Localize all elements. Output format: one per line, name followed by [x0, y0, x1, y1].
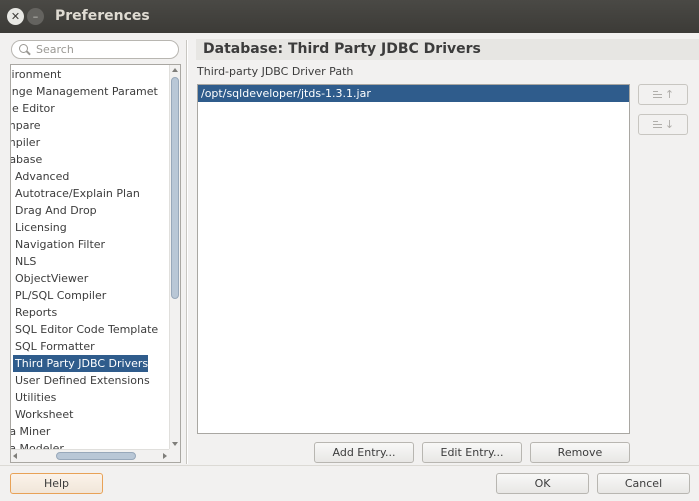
tree-item-label: Licensing	[15, 221, 67, 234]
tree-item-label: SQL Formatter	[15, 340, 95, 353]
tree-item-label: ObjectViewer	[15, 272, 89, 285]
tree-item[interactable]: Advanced	[11, 168, 69, 185]
tree-list: vironment ange Management Paramet de Edito…	[11, 65, 169, 449]
tree-item-label: PL/SQL Compiler	[15, 289, 107, 302]
scroll-right-arrow-icon[interactable]	[163, 453, 167, 459]
horizontal-scroll-thumb[interactable]	[56, 452, 136, 460]
tree-item[interactable]: ObjectViewer	[11, 270, 88, 287]
tree-item-label: Autotrace/Explain Plan	[15, 187, 140, 200]
tree-item[interactable]: tabase	[11, 151, 42, 168]
remove-button[interactable]: Remove	[530, 442, 630, 463]
tree-item[interactable]: ta Miner	[11, 423, 50, 440]
search-input[interactable]	[34, 43, 172, 56]
tree-item[interactable]: de Editor	[11, 100, 55, 117]
tree-item[interactable]: Reports	[11, 304, 57, 321]
scroll-up-arrow-icon[interactable]	[172, 68, 178, 72]
tree-item-label: Reports	[15, 306, 58, 319]
scroll-corner	[169, 449, 180, 462]
tree-item-label: Worksheet	[15, 408, 74, 421]
window-title: Preferences	[55, 8, 150, 24]
tree-item[interactable]: vironment	[11, 66, 61, 83]
tree-horizontal-scrollbar[interactable]	[11, 449, 169, 462]
tree-item-label: tabase	[11, 153, 43, 166]
tree-item[interactable]: ta Modeler	[11, 440, 64, 449]
tree-item[interactable]: SQL Formatter	[11, 338, 95, 355]
tree-item-label: User Defined Extensions	[15, 374, 150, 387]
tree-item[interactable]: mpiler	[11, 134, 40, 151]
tree-item[interactable]: ange Management Paramet	[11, 83, 158, 100]
title-bar: ✕ – Preferences	[0, 0, 699, 33]
tree-item-label: Utilities	[15, 391, 57, 404]
tree-item[interactable]: NLS	[11, 253, 36, 270]
add-entry-button[interactable]: Add Entry...	[314, 442, 414, 463]
tree-item-label: ta Miner	[11, 425, 51, 438]
driver-path-label: Third-party JDBC Driver Path	[197, 65, 354, 78]
preferences-tree: vironment ange Management Paramet de Edito…	[10, 64, 181, 463]
tree-item[interactable]: PL/SQL Compiler	[11, 287, 106, 304]
tree-item-label: vironment	[11, 68, 62, 81]
tree-item[interactable]: Drag And Drop	[11, 202, 97, 219]
edit-entry-button[interactable]: Edit Entry...	[422, 442, 522, 463]
minimize-window-icon[interactable]: –	[27, 8, 44, 25]
footer-divider	[0, 465, 699, 466]
tree-item[interactable]: SQL Editor Code Template	[11, 321, 158, 338]
tree-item-label: ta Modeler	[11, 442, 64, 449]
ok-button[interactable]: OK	[496, 473, 589, 494]
tree-item[interactable]: mpare	[11, 117, 41, 134]
tree-item-label: mpare	[11, 119, 41, 132]
tree-item[interactable]: Utilities	[11, 389, 56, 406]
tree-item[interactable]: User Defined Extensions	[11, 372, 150, 389]
move-down-button[interactable]: ↓	[638, 114, 688, 135]
search-field[interactable]	[11, 40, 179, 59]
tree-item-label: Advanced	[15, 170, 70, 183]
tree-item[interactable]: Licensing	[11, 219, 67, 236]
panel-header: Database: Third Party JDBC Drivers	[196, 39, 699, 60]
search-icon	[12, 41, 34, 58]
cancel-button[interactable]: Cancel	[597, 473, 690, 494]
tree-item[interactable]: Worksheet	[11, 406, 73, 423]
tree-item-label: SQL Editor Code Template	[15, 323, 159, 336]
tree-item-label: Drag And Drop	[15, 204, 97, 217]
move-up-button[interactable]: ↑	[638, 84, 688, 105]
tree-item[interactable]: Autotrace/Explain Plan	[11, 185, 140, 202]
tree-item-label: mpiler	[11, 136, 41, 149]
close-window-icon[interactable]: ✕	[7, 8, 24, 25]
driver-path-item[interactable]: /opt/sqldeveloper/jtds-1.3.1.jar	[198, 85, 629, 102]
tree-item[interactable]: Navigation Filter	[11, 236, 105, 253]
move-up-icon: ↑	[652, 88, 674, 101]
tree-item-label: ange Management Paramet	[11, 85, 158, 98]
tree-item-label: NLS	[15, 255, 37, 268]
move-down-icon: ↓	[652, 118, 674, 131]
scroll-left-arrow-icon[interactable]	[13, 453, 17, 459]
scroll-down-arrow-icon[interactable]	[172, 442, 178, 446]
driver-path-list[interactable]: /opt/sqldeveloper/jtds-1.3.1.jar	[197, 84, 630, 434]
pane-splitter[interactable]	[186, 40, 188, 464]
tree-item-label: de Editor	[11, 102, 55, 115]
vertical-scroll-thumb[interactable]	[171, 77, 179, 299]
tree-item-label: Navigation Filter	[15, 238, 106, 251]
tree-item-selected[interactable]: Third Party JDBC Drivers	[13, 355, 149, 372]
tree-item-label: Third Party JDBC Drivers	[15, 357, 149, 370]
tree-vertical-scrollbar[interactable]	[169, 65, 180, 449]
help-button[interactable]: Help	[10, 473, 103, 494]
